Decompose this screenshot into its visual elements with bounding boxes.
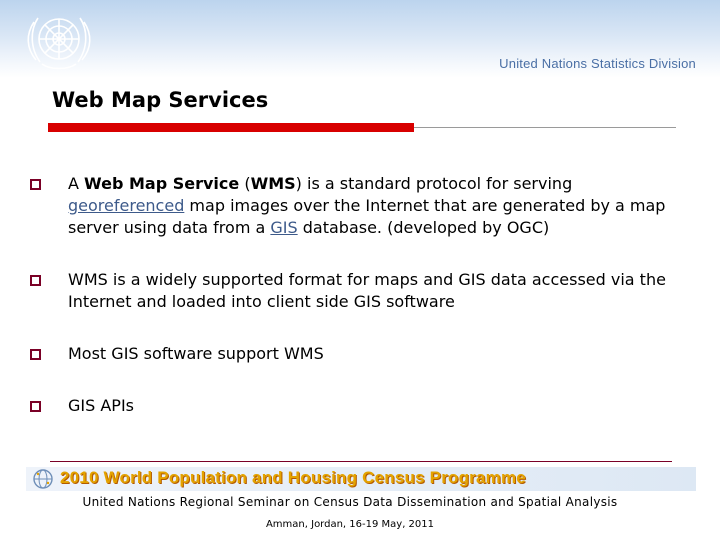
checkbox-bullet-icon bbox=[30, 401, 41, 412]
slide-title: Web Map Services bbox=[52, 88, 269, 112]
census-globe-icon bbox=[33, 469, 53, 489]
census-programme-banner: 2010 World Population and Housing Census… bbox=[26, 467, 696, 491]
footer-rule bbox=[50, 461, 672, 462]
division-name: United Nations Statistics Division bbox=[499, 56, 696, 71]
checkbox-bullet-icon bbox=[30, 275, 41, 286]
gis-link[interactable]: GIS bbox=[270, 218, 297, 237]
header-band: United Nations Statistics Division bbox=[0, 0, 720, 78]
bullet-text: Most GIS software support WMS bbox=[68, 344, 324, 363]
un-emblem-icon bbox=[27, 17, 91, 70]
georeferenced-link[interactable]: georeferenced bbox=[68, 196, 184, 215]
checkbox-bullet-icon bbox=[30, 179, 41, 190]
bullet-text: A Web Map Service (WMS) is a standard pr… bbox=[68, 174, 666, 237]
bullet-text: WMS is a widely supported format for map… bbox=[68, 270, 666, 311]
seminar-title: United Nations Regional Seminar on Censu… bbox=[82, 495, 618, 509]
title-underline-accent bbox=[48, 123, 414, 132]
title-underline-rule bbox=[414, 127, 676, 128]
census-programme-title: 2010 World Population and Housing Census… bbox=[60, 468, 526, 487]
bullet-text: GIS APIs bbox=[68, 396, 135, 415]
seminar-venue: Amman, Jordan, 16-19 May, 2011 bbox=[265, 519, 435, 530]
checkbox-bullet-icon bbox=[30, 349, 41, 360]
